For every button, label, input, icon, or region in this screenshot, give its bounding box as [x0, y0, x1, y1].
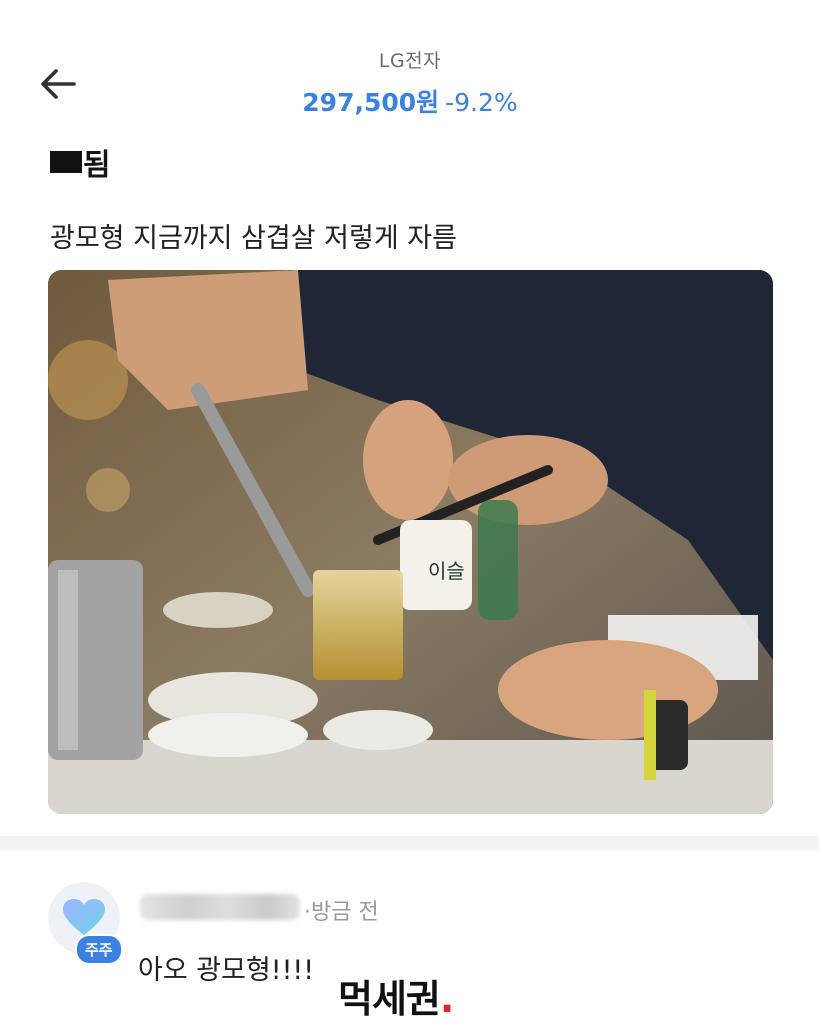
watermark-logo: 먹세권.	[338, 968, 454, 1023]
back-button[interactable]	[34, 60, 82, 108]
stock-change: -9.2%	[445, 88, 518, 117]
comment-time: ·방금 전	[304, 900, 379, 925]
blurred-nickname	[140, 894, 300, 920]
post-photo[interactable]: 이슬	[48, 270, 773, 814]
comment-text: 아오 광모형!!!!	[138, 955, 315, 986]
post-photo-drawing: 이슬	[48, 270, 773, 814]
shareholder-badge: 주주	[75, 934, 123, 965]
stock-name: LG전자	[378, 50, 442, 72]
watermark-dot: .	[439, 977, 454, 1021]
stock-price: 297,500원	[302, 88, 440, 117]
arrow-left-icon	[41, 69, 76, 99]
post-title-text: 됨	[83, 148, 111, 183]
watermark-text: 먹세권	[338, 977, 441, 1021]
bottle-label: 이슬	[428, 559, 465, 583]
post-title: 됨	[50, 140, 111, 184]
post-body: 광모형 지금까지 삼겹살 저렇게 자름	[50, 223, 457, 254]
stock-price-line: 297,500원 -9.2%	[200, 83, 620, 119]
section-divider	[0, 836, 819, 850]
heart-icon	[63, 899, 105, 935]
stock-header: LG전자 297,500원 -9.2%	[200, 46, 620, 119]
redacted-text	[50, 151, 82, 173]
